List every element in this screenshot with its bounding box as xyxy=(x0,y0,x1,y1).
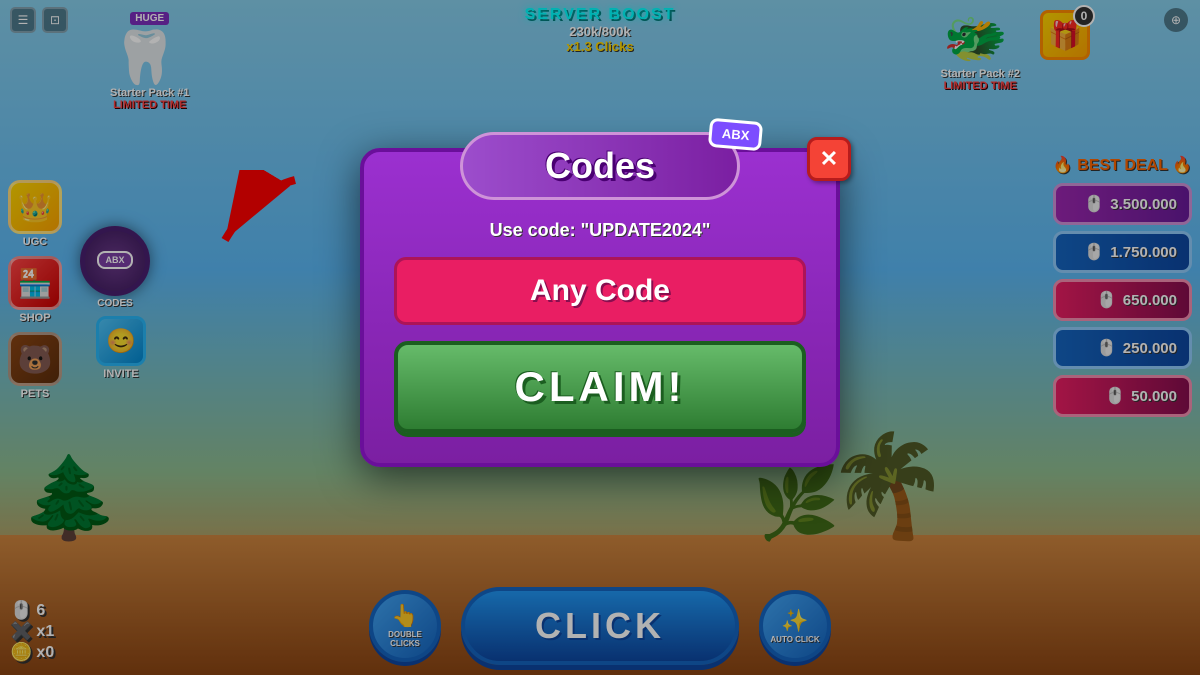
close-icon: ✕ xyxy=(820,146,838,172)
claim-button[interactable]: CLAIM! xyxy=(394,341,806,433)
codes-modal: Codes ABX ✕ Use code: "UPDATE2024" Any C… xyxy=(360,148,840,467)
modal-abx-badge: ABX xyxy=(707,118,763,152)
modal-close-button[interactable]: ✕ xyxy=(807,137,851,181)
code-input-text: Any Code xyxy=(530,274,670,307)
modal-title: Codes xyxy=(545,145,655,186)
modal-overlay: Codes ABX ✕ Use code: "UPDATE2024" Any C… xyxy=(0,0,1200,675)
modal-instruction: Use code: "UPDATE2024" xyxy=(394,220,806,241)
code-input-area[interactable]: Any Code xyxy=(394,257,806,325)
claim-button-label: CLAIM! xyxy=(515,363,686,410)
modal-title-bar: Codes ABX xyxy=(460,132,740,200)
